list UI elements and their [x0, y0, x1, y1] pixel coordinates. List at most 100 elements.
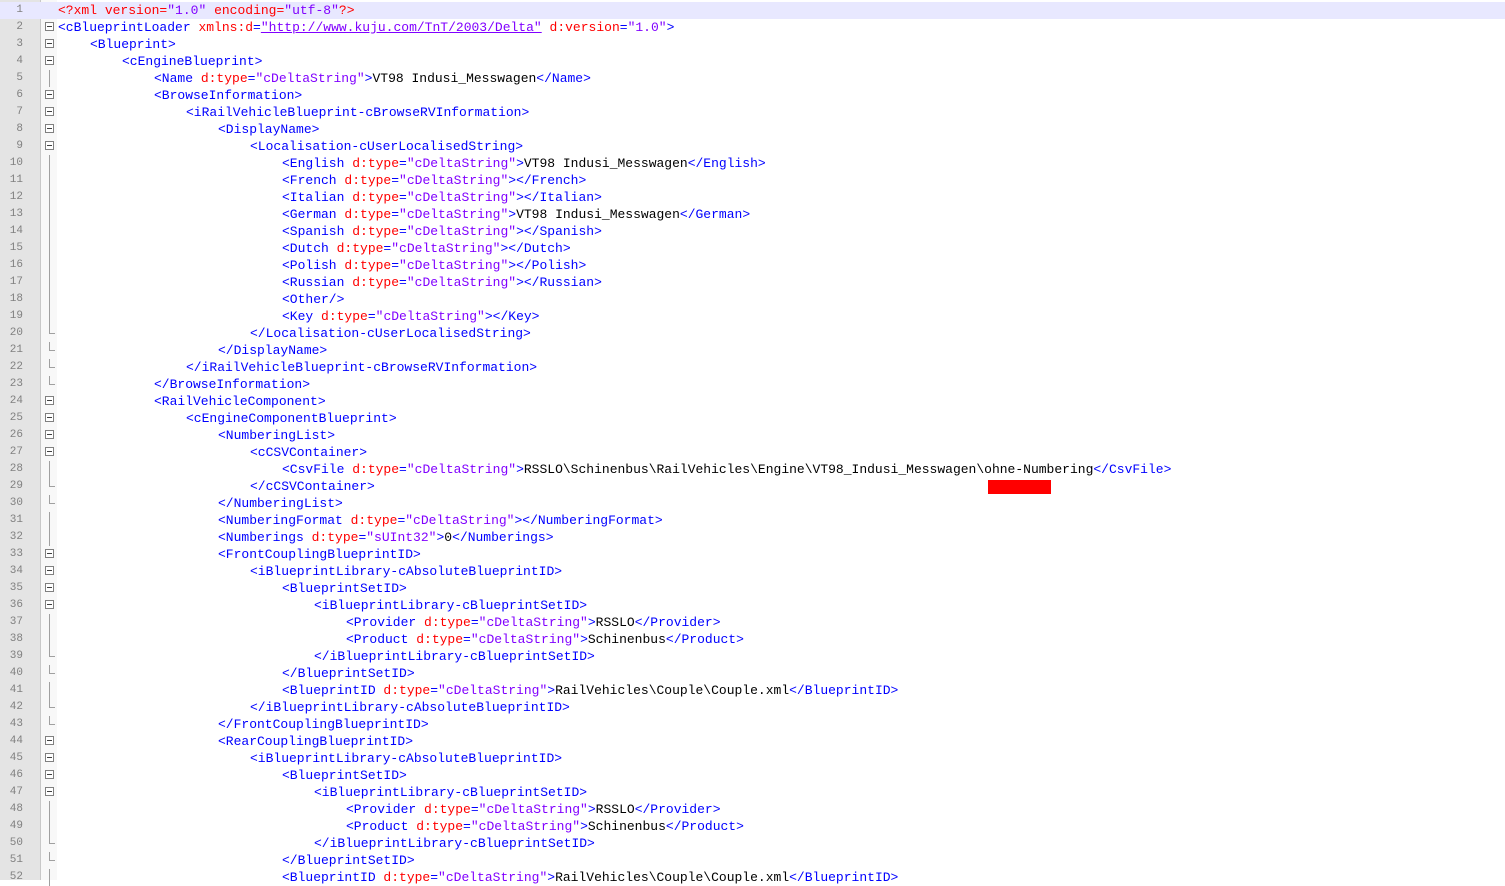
- xml-token-url[interactable]: "http://www.kuju.com/TnT/2003/Delta": [261, 20, 542, 35]
- fold-collapse-icon[interactable]: [45, 107, 54, 116]
- fold-collapse-icon[interactable]: [45, 22, 54, 31]
- code-line[interactable]: 42 </iBlueprintLibrary-cAbsoluteBlueprint…: [0, 699, 1505, 716]
- fold-collapse-icon[interactable]: [45, 430, 54, 439]
- line-code: <French d:type="cDeltaString"></French>: [282, 172, 586, 189]
- xml-token-tag: </cCSVContainer>: [250, 479, 375, 494]
- code-line[interactable]: 29 </cCSVContainer>: [0, 478, 1505, 495]
- code-line[interactable]: 19 <Key d:type="cDeltaString"></Key>: [0, 308, 1505, 325]
- code-line[interactable]: 2 <cBlueprintLoader xmlns:d="http://www.k…: [0, 19, 1505, 36]
- line-number: 13: [9, 208, 23, 220]
- line-code: </cCSVContainer>: [250, 478, 375, 495]
- code-line[interactable]: 16 <Polish d:type="cDeltaString"></Polish…: [0, 257, 1505, 274]
- fold-collapse-icon[interactable]: [45, 413, 54, 422]
- code-line[interactable]: 27 <cCSVContainer>: [0, 444, 1505, 461]
- xml-token-attr: version: [104, 3, 160, 18]
- xml-token-attr: d:type: [416, 632, 464, 647]
- code-line[interactable]: 21 </DisplayName>: [0, 342, 1505, 359]
- fold-collapse-icon[interactable]: [45, 56, 54, 65]
- code-line[interactable]: 6 <BrowseInformation>: [0, 87, 1505, 104]
- code-line[interactable]: 1 <?xml version="1.0" encoding="utf-8"?>: [0, 2, 1505, 19]
- code-line[interactable]: 22 </iRailVehicleBlueprint-cBrowseRVInfor…: [0, 359, 1505, 376]
- xml-token-tag: <English: [282, 156, 353, 171]
- fold-collapse-icon[interactable]: [45, 396, 54, 405]
- code-line[interactable]: 43 </FrontCouplingBlueprintID>: [0, 716, 1505, 733]
- fold-collapse-icon[interactable]: [45, 600, 54, 609]
- xml-token-attr: d:type: [416, 819, 464, 834]
- fold-collapse-icon[interactable]: [45, 141, 54, 150]
- xml-token-val: "cDeltaString": [470, 632, 581, 647]
- code-line[interactable]: 26 <NumberingList>: [0, 427, 1505, 444]
- line-code: <NumberingFormat d:type="cDeltaString"><…: [218, 512, 663, 529]
- code-line[interactable]: 41 <BlueprintID d:type="cDeltaString">Rai…: [0, 682, 1505, 699]
- xml-token-pi: [206, 3, 214, 18]
- code-line[interactable]: 9 <Localisation-cUserLocalisedString>: [0, 138, 1505, 155]
- fold-collapse-icon[interactable]: [45, 770, 54, 779]
- code-line[interactable]: 37 <Provider d:type="cDeltaString">RSSLO<…: [0, 614, 1505, 631]
- fold-collapse-icon[interactable]: [45, 787, 54, 796]
- code-line[interactable]: 49 <Product d:type="cDeltaString">Schinen…: [0, 818, 1505, 835]
- line-number: 25: [9, 412, 23, 424]
- code-line[interactable]: 32 <Numberings d:type="sUInt32">0</Number…: [0, 529, 1505, 546]
- code-line[interactable]: 11 <French d:type="cDeltaString"></French…: [0, 172, 1505, 189]
- xml-token-tag: =: [470, 802, 479, 817]
- code-line[interactable]: 39 </iBlueprintLibrary-cBlueprintSetID>: [0, 648, 1505, 665]
- code-line[interactable]: 48 <Provider d:type="cDeltaString">RSSLO<…: [0, 801, 1505, 818]
- fold-collapse-icon[interactable]: [45, 549, 54, 558]
- code-line[interactable]: 33 <FrontCouplingBlueprintID>: [0, 546, 1505, 563]
- fold-collapse-icon[interactable]: [45, 39, 54, 48]
- xml-token-pi: ?>: [338, 3, 355, 18]
- code-line[interactable]: 45 <iBlueprintLibrary-cAbsoluteBlueprintI…: [0, 750, 1505, 767]
- code-line[interactable]: 12 <Italian d:type="cDeltaString"></Itali…: [0, 189, 1505, 206]
- code-line[interactable]: 50 </iBlueprintLibrary-cBlueprintSetID>: [0, 835, 1505, 852]
- fold-end-marker: [49, 665, 55, 674]
- line-number: 37: [9, 616, 23, 628]
- code-editor[interactable]: 1 <?xml version="1.0" encoding="utf-8"?> 2…: [0, 2, 1505, 886]
- code-line[interactable]: 7 <iRailVehicleBlueprint-cBrowseRVInforma…: [0, 104, 1505, 121]
- code-line[interactable]: 25 <cEngineComponentBlueprint>: [0, 410, 1505, 427]
- fold-collapse-icon[interactable]: [45, 753, 54, 762]
- code-line[interactable]: 3 <Blueprint>: [0, 36, 1505, 53]
- xml-token-tag: <Product: [346, 819, 417, 834]
- code-line[interactable]: 20 </Localisation-cUserLocalisedString>: [0, 325, 1505, 342]
- fold-collapse-icon[interactable]: [45, 90, 54, 99]
- fold-end-marker: [49, 852, 55, 861]
- code-line[interactable]: 40 </BlueprintSetID>: [0, 665, 1505, 682]
- xml-token-tag: </BlueprintID>: [789, 683, 899, 698]
- code-line[interactable]: 14 <Spanish d:type="cDeltaString"></Spani…: [0, 223, 1505, 240]
- code-line[interactable]: 23 </BrowseInformation>: [0, 376, 1505, 393]
- fold-collapse-icon[interactable]: [45, 124, 54, 133]
- code-line[interactable]: 34 <iBlueprintLibrary-cAbsoluteBlueprintI…: [0, 563, 1505, 580]
- code-line[interactable]: 52 <BlueprintID d:type="cDeltaString">Rai…: [0, 869, 1505, 886]
- code-line[interactable]: 17 <Russian d:type="cDeltaString"></Russi…: [0, 274, 1505, 291]
- code-line[interactable]: 10 <English d:type="cDeltaString">VT98 In…: [0, 155, 1505, 172]
- code-line[interactable]: 4 <cEngineBlueprint>: [0, 53, 1505, 70]
- code-line[interactable]: 47 <iBlueprintLibrary-cBlueprintSetID>: [0, 784, 1505, 801]
- xml-token-val: "cDeltaString": [406, 190, 517, 205]
- code-line[interactable]: 38 <Product d:type="cDeltaString">Schinen…: [0, 631, 1505, 648]
- code-line[interactable]: 28 <CsvFile d:type="cDeltaString">RSSLO\S…: [0, 461, 1505, 478]
- code-line[interactable]: 18 <Other/>: [0, 291, 1505, 308]
- code-line[interactable]: 51 </BlueprintSetID>: [0, 852, 1505, 869]
- code-line[interactable]: 31 <NumberingFormat d:type="cDeltaString"…: [0, 512, 1505, 529]
- fold-collapse-icon[interactable]: [45, 566, 54, 575]
- xml-token-tag: =: [399, 462, 407, 477]
- code-line[interactable]: 35 <BlueprintSetID>: [0, 580, 1505, 597]
- fold-guide-line: [49, 189, 50, 206]
- fold-end-marker: [49, 835, 55, 844]
- line-code: <Product d:type="cDeltaString">Schinenbu…: [346, 631, 744, 648]
- fold-collapse-icon[interactable]: [45, 447, 54, 456]
- code-line[interactable]: 5 <Name d:type="cDeltaString">VT98 Indusi…: [0, 70, 1505, 87]
- fold-end-marker: [49, 359, 55, 368]
- fold-collapse-icon[interactable]: [45, 583, 54, 592]
- xml-token-tag: <BrowseInformation>: [154, 88, 303, 103]
- code-line[interactable]: 15 <Dutch d:type="cDeltaString"></Dutch>: [0, 240, 1505, 257]
- code-line[interactable]: 36 <iBlueprintLibrary-cBlueprintSetID>: [0, 597, 1505, 614]
- code-line[interactable]: 13 <German d:type="cDeltaString">VT98 Ind…: [0, 206, 1505, 223]
- xml-token-tag: =: [463, 819, 471, 834]
- code-line[interactable]: 24 <RailVehicleComponent>: [0, 393, 1505, 410]
- code-line[interactable]: 30 </NumberingList>: [0, 495, 1505, 512]
- code-line[interactable]: 8 <DisplayName>: [0, 121, 1505, 138]
- code-line[interactable]: 44 <RearCouplingBlueprintID>: [0, 733, 1505, 750]
- code-line[interactable]: 46 <BlueprintSetID>: [0, 767, 1505, 784]
- fold-collapse-icon[interactable]: [45, 736, 54, 745]
